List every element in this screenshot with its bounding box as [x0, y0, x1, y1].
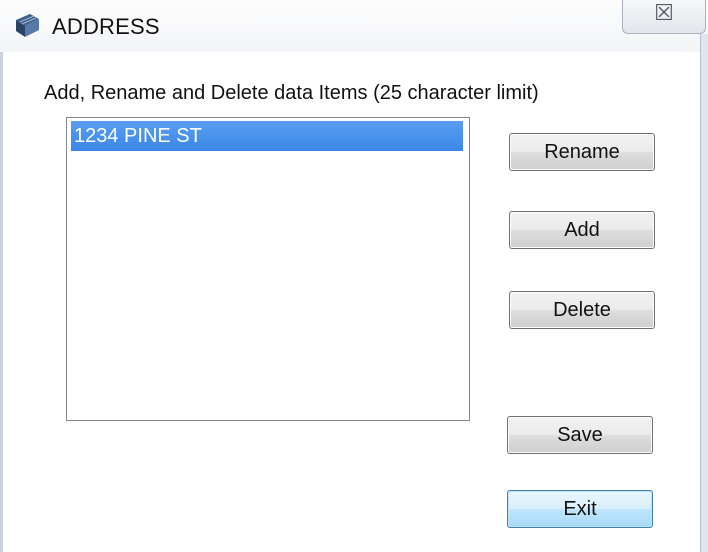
app-icon — [16, 14, 39, 37]
title-bar[interactable]: ADDRESS ☒ — [0, 0, 708, 52]
save-button[interactable]: Save — [507, 416, 653, 454]
list-item-selected[interactable]: 1234 PINE ST — [71, 121, 463, 151]
instruction-label: Add, Rename and Delete data Items (25 ch… — [44, 82, 539, 104]
exit-button[interactable]: Exit — [507, 490, 653, 528]
window-title: ADDRESS — [52, 14, 160, 39]
close-icon: ☒ — [654, 0, 674, 25]
data-items-listbox[interactable]: 1234 PINE ST — [66, 117, 470, 421]
close-button[interactable]: ☒ — [622, 0, 706, 34]
delete-button[interactable]: Delete — [509, 291, 655, 329]
add-button[interactable]: Add — [509, 211, 655, 249]
window-frame-right — [700, 34, 708, 552]
window-frame-left — [0, 52, 3, 552]
rename-button[interactable]: Rename — [509, 133, 655, 171]
address-dialog: ADDRESS ☒ Add, Rename and Delete data It… — [0, 0, 708, 552]
